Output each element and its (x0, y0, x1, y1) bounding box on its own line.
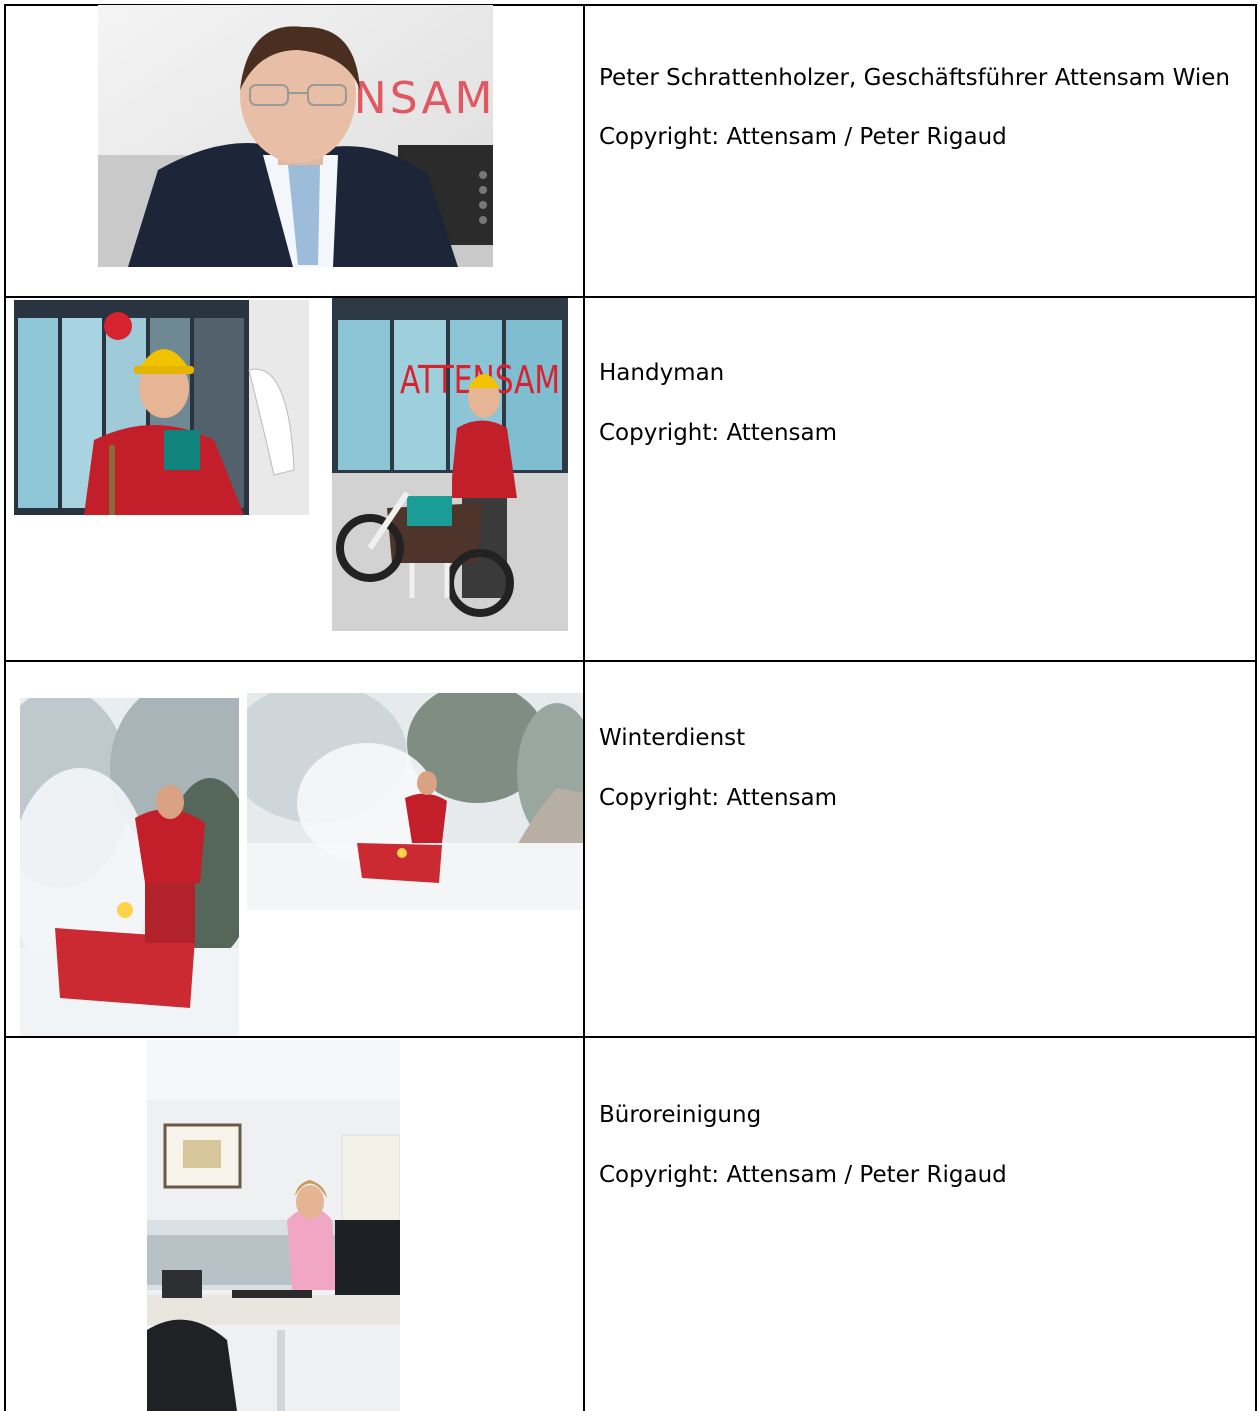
caption-title: Handyman (599, 360, 725, 386)
caption-cell-1: Peter Schrattenholzer, Geschäftsführer A… (599, 61, 1238, 154)
winter-service-photo-2 (247, 693, 583, 910)
portrait-photo: ENSAM (98, 5, 493, 267)
caption-copyright: Copyright: Attensam (599, 785, 838, 811)
caption-title: Winterdienst (599, 725, 746, 751)
caption-title: Büroreinigung (599, 1102, 762, 1128)
caption-cell-2: Handyman Copyright: Attensam (599, 356, 1238, 450)
caption-cell-3: Winterdienst Copyright: Attensam (599, 721, 1238, 815)
caption-cell-4: Büroreinigung Copyright: Attensam / Pete… (599, 1098, 1238, 1192)
office-cleaning-photo (147, 1040, 400, 1411)
table-border-right (1255, 4, 1257, 1411)
winter-service-photo-1 (20, 698, 239, 1036)
caption-copyright: Copyright: Attensam (599, 420, 838, 446)
handyman-photo-1 (14, 300, 309, 515)
handyman-photo-2: ATTENSAM (332, 298, 568, 631)
caption-copyright: Copyright: Attensam / Peter Rigaud (599, 124, 1007, 150)
table-column-divider (583, 4, 585, 1411)
caption-title: Peter Schrattenholzer, Geschäftsführer A… (599, 65, 1230, 91)
table-row-divider (4, 1036, 1257, 1038)
table-border-left (4, 4, 6, 1411)
table-row-divider (4, 296, 1257, 298)
table-row-divider (4, 660, 1257, 662)
caption-copyright: Copyright: Attensam / Peter Rigaud (599, 1162, 1007, 1188)
